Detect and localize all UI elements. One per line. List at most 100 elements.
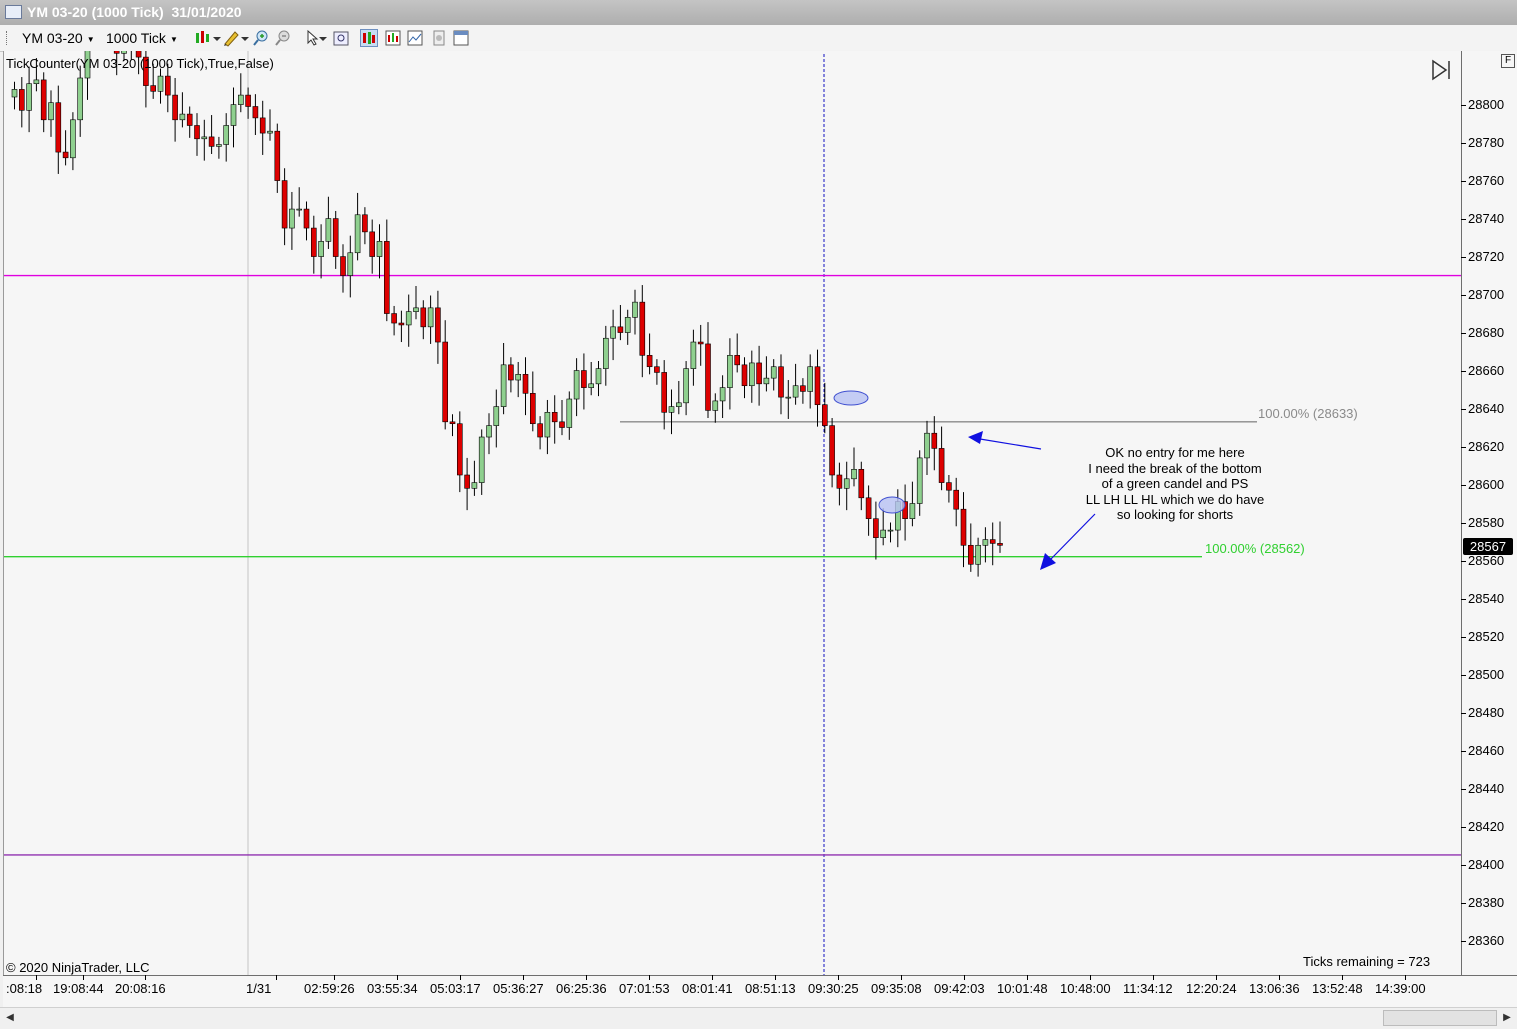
annotation-line: OK no entry for me here xyxy=(1105,445,1245,460)
up-candle xyxy=(909,503,916,519)
down-candle xyxy=(946,482,952,491)
time-tick-label: 10:48:00 xyxy=(1060,981,1111,996)
down-candle xyxy=(420,307,427,328)
price-tick-label: 28600 xyxy=(1468,476,1505,492)
price-tick-mark xyxy=(1461,484,1466,486)
time-tick-mark xyxy=(1153,975,1154,980)
time-tick-label: 06:25:36 xyxy=(556,981,607,996)
down-candle xyxy=(449,421,456,425)
interval-selector[interactable]: 1000 Tick ▼ xyxy=(106,25,178,51)
scroll-right-icon[interactable]: ▶ xyxy=(1499,1010,1515,1026)
down-candle xyxy=(113,51,120,54)
price-tick-label: 28380 xyxy=(1468,894,1505,910)
down-candle xyxy=(800,385,806,392)
bar-type-icon[interactable] xyxy=(194,29,212,47)
down-candle xyxy=(245,94,251,107)
down-candle xyxy=(821,404,828,426)
time-tick-mark xyxy=(36,975,37,980)
down-candle xyxy=(639,301,646,356)
time-tick-label: 14:39:00 xyxy=(1375,981,1426,996)
price-tick-mark xyxy=(1461,142,1466,144)
instrument-selector[interactable]: YM 03-20 ▼ xyxy=(22,25,95,51)
price-tick-mark xyxy=(1461,408,1466,410)
panel-icon[interactable] xyxy=(452,29,470,47)
time-tick-mark xyxy=(276,975,277,980)
panel-f-button[interactable]: F xyxy=(1501,54,1515,68)
price-tick-mark xyxy=(1461,674,1466,676)
up-candle xyxy=(500,364,507,407)
down-candle xyxy=(537,423,543,438)
up-candle xyxy=(26,83,32,111)
up-candle xyxy=(121,51,127,54)
up-candle xyxy=(11,89,18,98)
scroll-to-end-icon[interactable] xyxy=(1430,59,1454,81)
down-candle xyxy=(654,366,660,373)
instrument-label: YM 03-20 xyxy=(22,30,83,46)
price-tick-label: 28500 xyxy=(1468,666,1505,682)
down-candle xyxy=(705,343,711,411)
up-candle xyxy=(727,355,733,388)
down-candle xyxy=(938,448,945,483)
data-box-icon[interactable] xyxy=(332,29,350,47)
price-tick-label: 28680 xyxy=(1468,324,1505,340)
down-candle xyxy=(967,544,974,565)
up-candle xyxy=(296,208,303,211)
properties-icon[interactable] xyxy=(430,29,448,47)
up-candle xyxy=(916,457,923,504)
up-candle xyxy=(354,214,361,254)
down-candle xyxy=(756,362,762,385)
chart-area[interactable]: 28800 28780 28760 28740 28720 28700 28680 28660… xyxy=(0,51,1517,1029)
down-candle xyxy=(646,355,653,368)
price-tick-label: 28700 xyxy=(1468,286,1505,302)
time-tick-mark xyxy=(1216,975,1217,980)
down-candle xyxy=(551,412,558,423)
down-candle xyxy=(953,489,960,510)
price-tick-mark xyxy=(1461,256,1466,258)
price-tick-mark xyxy=(1461,750,1466,752)
strategies-icon[interactable] xyxy=(384,29,402,47)
time-tick-mark xyxy=(1027,975,1028,980)
down-candle xyxy=(960,508,967,546)
up-candle xyxy=(471,482,478,489)
time-tick-mark xyxy=(145,975,146,980)
zoom-in-icon[interactable] xyxy=(252,29,270,47)
drawing-tool-icon[interactable] xyxy=(222,29,240,47)
up-candle xyxy=(289,208,295,229)
horizontal-scrollbar[interactable]: ◀ ▶ xyxy=(0,1007,1517,1029)
down-candle xyxy=(865,497,872,519)
ticks-remaining: Ticks remaining = 723 xyxy=(1303,954,1431,969)
time-tick-mark xyxy=(901,975,902,980)
price-tick-label: 28800 xyxy=(1468,96,1505,112)
time-tick-label: 08:01:41 xyxy=(682,981,733,996)
up-candle xyxy=(807,366,814,392)
signal-ellipses xyxy=(833,390,906,514)
price-tick-mark xyxy=(1461,560,1466,562)
down-candle xyxy=(208,136,215,147)
text-annotation[interactable]: OK no entry for me here I need the break… xyxy=(1050,445,1300,523)
time-tick-label: 09:30:25 xyxy=(808,981,859,996)
up-candle xyxy=(230,104,237,126)
price-tick-label: 28580 xyxy=(1468,514,1505,530)
down-candle xyxy=(281,180,288,229)
templates-icon[interactable] xyxy=(406,29,424,47)
up-candle xyxy=(347,252,354,276)
down-candle xyxy=(391,313,397,324)
time-tick-label: 11:34:12 xyxy=(1123,981,1173,996)
down-candle xyxy=(581,370,587,388)
down-candle xyxy=(55,102,62,153)
price-tick-mark xyxy=(1461,902,1466,904)
time-tick-mark xyxy=(397,975,398,980)
time-tick-mark xyxy=(712,975,713,980)
last-price-badge: 28567 xyxy=(1463,538,1513,555)
fib-bottom-label: 100.00% (28562) xyxy=(1205,541,1305,556)
down-candle xyxy=(303,208,310,229)
chart-style-icon[interactable] xyxy=(360,29,378,47)
up-candle xyxy=(48,102,54,121)
scroll-left-icon[interactable]: ◀ xyxy=(2,1010,18,1026)
up-candle xyxy=(982,539,989,546)
price-tick-mark xyxy=(1461,446,1466,448)
scroll-thumb[interactable] xyxy=(1383,1010,1497,1026)
zoom-out-icon[interactable] xyxy=(274,29,292,47)
down-candle xyxy=(873,518,879,538)
down-candle xyxy=(150,85,156,92)
